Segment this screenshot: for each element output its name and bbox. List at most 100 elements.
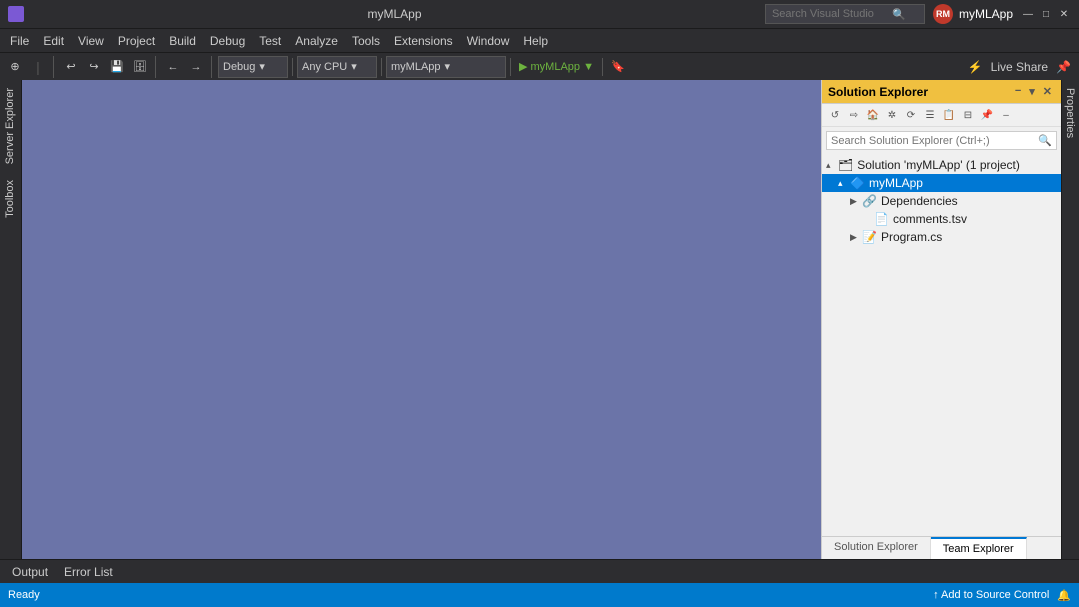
bottom-tab-error-list[interactable]: Error List (56, 563, 121, 581)
se-minus-btn[interactable]: ⊟ (959, 106, 977, 124)
search-input[interactable] (772, 8, 892, 20)
expand-icon-solution: ▴ (826, 160, 838, 171)
main-layout: Server Explorer Toolbox Solution Explore… (0, 80, 1079, 559)
menu-build[interactable]: Build (163, 32, 202, 50)
solution-icon: 🗂 (838, 158, 853, 172)
expand-icon-programcs: ▶ (850, 232, 862, 243)
solution-label: Solution 'myMLApp' (1 project) (857, 158, 1020, 172)
status-bar: Ready ↑ Add to Source Control 🔔 (0, 583, 1079, 607)
toolbar-group-nav: ← → (162, 56, 212, 78)
programcs-label: Program.cs (881, 230, 942, 244)
mymlapp-label: myMLApp (869, 176, 923, 190)
toolbar-back[interactable]: ← (162, 56, 184, 78)
se-search-input[interactable] (831, 135, 1034, 147)
right-sidebar: Properties (1061, 80, 1079, 559)
tree-item-mymlapp[interactable]: ▴ 🔷 myMLApp (822, 174, 1061, 192)
notification-icon[interactable]: 🔔 (1057, 589, 1071, 602)
live-share-button[interactable]: Live Share (991, 60, 1048, 74)
window-controls[interactable]: — □ ✕ (1021, 7, 1071, 21)
menu-help[interactable]: Help (517, 32, 554, 50)
se-tab-solution-explorer[interactable]: Solution Explorer (822, 537, 931, 559)
se-filter-btn[interactable]: ✲ (883, 106, 901, 124)
live-share-bar: ⚡ Live Share 📌 (964, 60, 1075, 74)
tree-item-comments[interactable]: 📄 comments.tsv (822, 210, 1061, 228)
tree-item-programcs[interactable]: ▶ 📝 Program.cs (822, 228, 1061, 246)
se-search-box[interactable]: 🔍 (826, 131, 1057, 150)
toolbar-save[interactable]: 💾 (106, 56, 128, 78)
se-tree: ▴ 🗂 Solution 'myMLApp' (1 project) ▴ 🔷 m… (822, 154, 1061, 536)
se-list-btn[interactable]: ☰ (921, 106, 939, 124)
debug-mode-dropdown[interactable]: Debug ▾ (218, 56, 288, 78)
se-home-btn[interactable]: 🏠 (864, 106, 882, 124)
toolbar-sep-4 (602, 58, 603, 76)
toolbar-group-edit: ↩ ↪ 💾 🗄 (60, 56, 156, 78)
add-to-source-control[interactable]: ↑ Add to Source Control (933, 589, 1049, 601)
start-button[interactable]: ▶ myMLApp ▼ (515, 56, 598, 78)
se-refresh-btn[interactable]: ⇨ (845, 106, 863, 124)
se-title-bar: Solution Explorer − ▾ ✕ (822, 80, 1061, 104)
se-tab-team-explorer[interactable]: Team Explorer (931, 537, 1027, 559)
menu-extensions[interactable]: Extensions (388, 32, 459, 50)
pin-icon[interactable]: 📌 (1056, 60, 1071, 74)
dependencies-label: Dependencies (881, 194, 958, 208)
menu-test[interactable]: Test (253, 32, 287, 50)
menu-bar: File Edit View Project Build Debug Test … (0, 28, 1079, 52)
comments-file-icon: 📄 (874, 212, 889, 226)
tree-item-dependencies[interactable]: ▶ 🔗 Dependencies (822, 192, 1061, 210)
extensions-icon: ⚡ (968, 60, 983, 74)
programcs-icon: 📝 (862, 230, 877, 244)
se-pin-btn[interactable]: 📌 (978, 106, 996, 124)
se-title: Solution Explorer (828, 85, 928, 99)
menu-analyze[interactable]: Analyze (289, 32, 344, 50)
main-toolbar: ⊕ | ↩ ↪ 💾 🗄 ← → Debug ▾ Any CPU ▾ myMLAp… (0, 52, 1079, 80)
menu-window[interactable]: Window (461, 32, 516, 50)
user-badge[interactable]: RM myMLApp (933, 4, 1013, 24)
sidebar-tab-toolbox[interactable]: Toolbox (0, 172, 21, 226)
status-bar-left: Ready (8, 589, 40, 601)
menu-view[interactable]: View (72, 32, 110, 50)
se-search-icon: 🔍 (1038, 134, 1052, 147)
debug-chevron-icon: ▾ (259, 60, 265, 73)
menu-file[interactable]: File (4, 32, 35, 50)
menu-debug[interactable]: Debug (204, 32, 251, 50)
toolbar-redo[interactable]: ↪ (83, 56, 105, 78)
global-search-box[interactable]: 🔍 (765, 4, 925, 24)
close-button[interactable]: ✕ (1057, 7, 1071, 21)
se-copy-btn[interactable]: 📋 (940, 106, 958, 124)
minimize-button[interactable]: — (1021, 7, 1035, 21)
sidebar-tab-server-explorer[interactable]: Server Explorer (0, 80, 21, 172)
se-menu-button[interactable]: ▾ (1026, 84, 1038, 99)
maximize-button[interactable]: □ (1039, 7, 1053, 21)
se-controls: − ▾ ✕ (1012, 84, 1055, 99)
expand-icon-mymlapp: ▴ (838, 178, 850, 189)
search-icon: 🔍 (892, 8, 906, 21)
project-dropdown[interactable]: myMLApp ▾ (386, 56, 506, 78)
platform-dropdown[interactable]: Any CPU ▾ (297, 56, 377, 78)
se-close-button[interactable]: ✕ (1040, 84, 1055, 99)
se-collapse-btn[interactable]: ⟳ (902, 106, 920, 124)
toolbar-sep-3 (510, 58, 511, 76)
toolbar-undo[interactable]: ↩ (60, 56, 82, 78)
toolbar-save-all[interactable]: 🗄 (129, 56, 151, 78)
menu-tools[interactable]: Tools (346, 32, 386, 50)
menu-project[interactable]: Project (112, 32, 161, 50)
main-content-area (22, 80, 821, 559)
toolbar-forward[interactable]: → (185, 56, 207, 78)
title-bar: myMLApp 🔍 RM myMLApp — □ ✕ (0, 0, 1079, 28)
user-avatar: RM (933, 4, 953, 24)
app-name-badge: myMLApp (959, 7, 1013, 21)
right-sidebar-tab-properties[interactable]: Properties (1062, 80, 1079, 146)
solution-explorer-panel: Solution Explorer − ▾ ✕ ↺ ⇨ 🏠 ✲ ⟳ ☰ 📋 ⊟ … (821, 80, 1061, 559)
se-hide-btn[interactable]: – (997, 106, 1015, 124)
se-pin-button[interactable]: − (1012, 84, 1024, 99)
menu-edit[interactable]: Edit (37, 32, 70, 50)
se-toolbar: ↺ ⇨ 🏠 ✲ ⟳ ☰ 📋 ⊟ 📌 – (822, 104, 1061, 127)
comments-label: comments.tsv (893, 212, 967, 226)
bottom-tab-output[interactable]: Output (4, 563, 56, 581)
left-sidebar: Server Explorer Toolbox (0, 80, 22, 559)
toolbar-btn-1[interactable]: ⊕ (4, 56, 26, 78)
se-sync-btn[interactable]: ↺ (826, 106, 844, 124)
bookmark-button[interactable]: 🔖 (607, 56, 629, 78)
tree-item-solution[interactable]: ▴ 🗂 Solution 'myMLApp' (1 project) (822, 156, 1061, 174)
se-bottom-tabs: Solution Explorer Team Explorer (822, 536, 1061, 559)
